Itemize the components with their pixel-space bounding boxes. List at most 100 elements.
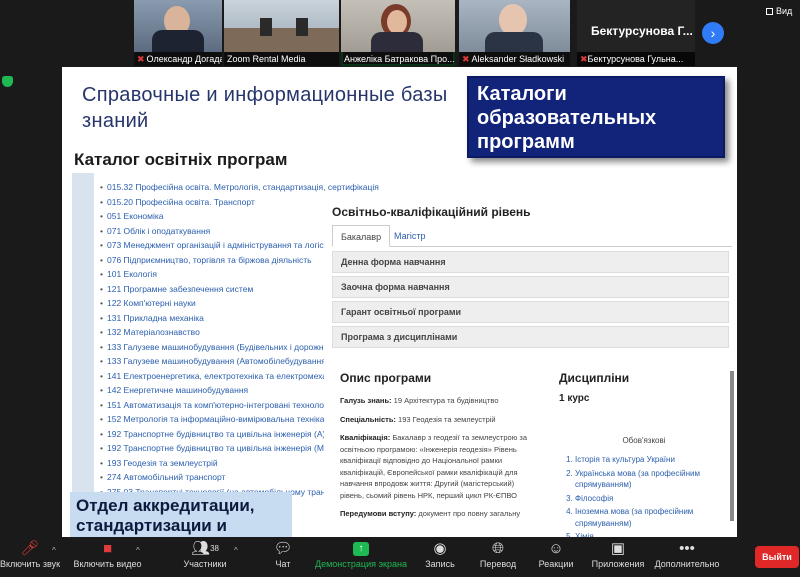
apps-button[interactable]: ▣ Приложения	[590, 537, 646, 577]
panel-scrollbar[interactable]	[730, 371, 734, 521]
grid-view-icon	[766, 8, 773, 16]
catalog-item-label: 131 Прикладна механіка	[106, 312, 204, 323]
bullet-icon: •	[100, 225, 103, 236]
bullet-icon: •	[100, 298, 103, 308]
zoom-window: ✖Олександр Догадайло Zoom Rental Media А…	[0, 0, 800, 577]
discipline-item[interactable]: Українська мова (за професійним спрямува…	[575, 468, 729, 491]
mandatory-label: Обов'язкові	[622, 436, 666, 445]
participant-video	[459, 0, 570, 52]
mic-off-icon: ✖	[137, 54, 145, 64]
bullet-icon: •	[100, 327, 103, 337]
translate-button[interactable]: 🌐︎ Перевод	[476, 537, 520, 577]
disciplines-heading: Дисципліни	[559, 371, 630, 385]
bullet-icon: •	[100, 443, 103, 453]
record-button[interactable]: ◉ Запись	[422, 537, 458, 577]
panel-title: Освітньо-кваліфікаційний рівень	[332, 205, 531, 219]
chevron-up-icon: ^	[234, 546, 238, 555]
more-dots-icon: •••	[679, 540, 695, 557]
catalog-item-label: 193 Геодезія та землеустрій	[106, 457, 218, 468]
specialty: Спеціальність: 193 Геодезія та землеустр…	[340, 414, 496, 424]
discipline-item[interactable]: Історія та культура України	[575, 454, 729, 466]
field-of-knowledge: Галузь знань: 19 Архітектура та будівниц…	[340, 396, 499, 405]
shared-screen: Справочные и информационные базы знаний …	[62, 67, 737, 537]
level-tabs: Бакалавр Магістр	[332, 225, 732, 247]
apps-icon: ▣	[610, 540, 626, 557]
catalog-item-label: 192 Транспортне будівництво та цивільна …	[106, 443, 327, 453]
catalog-item-label: 152 Метрологія та інформаційно-вимірювал…	[106, 414, 325, 424]
catalog-item-label: 015.20 Професійна освіта. Транспорт	[106, 196, 255, 207]
bullet-icon: •	[100, 399, 103, 410]
catalog-item-label: 071 Облік і оподаткування	[106, 225, 211, 236]
catalog-item-label: 141 Електроенергетика, електротехніка та…	[106, 370, 343, 381]
participant-video	[224, 0, 339, 52]
audio-options-caret[interactable]: ^	[52, 537, 60, 577]
section-program-disciplines[interactable]: Програма з дисциплінами	[332, 326, 729, 348]
bullet-icon: •	[100, 240, 103, 250]
leave-button[interactable]: Выйти	[755, 546, 799, 568]
view-button[interactable]: Вид	[766, 6, 792, 16]
bullet-icon: •	[100, 254, 103, 265]
participant-strip: ✖Олександр Догадайло Zoom Rental Media А…	[0, 0, 800, 66]
year-label: 1 курс	[559, 393, 590, 404]
participant-name: Zoom Rental Media	[224, 52, 339, 66]
discipline-item[interactable]: Іноземна мова (за професійним спрямуванн…	[575, 506, 729, 529]
accreditation-box: Отдел аккредитации, стандартизации и	[70, 492, 292, 537]
catalog-heading: Каталог освітніх програм	[74, 150, 288, 169]
share-screen-icon: ↑	[312, 537, 410, 559]
reactions-button[interactable]: ☺ Реакции	[536, 537, 576, 577]
slide-callout: Каталоги образовательных программ	[467, 76, 725, 158]
share-screen-button[interactable]: ↑ Демонстрация экрана	[312, 537, 410, 577]
participant-tile[interactable]: ✖ Aleksander Sładkowski	[459, 0, 570, 66]
catalog-item-label: 192 Транспортне будівництво та цивільна …	[106, 428, 326, 439]
catalog-item-label: 015.32 Професійна освіта. Метрологія, ст…	[106, 182, 379, 192]
participant-tile[interactable]: ✖Олександр Догадайло	[134, 0, 222, 66]
disciplines: Дисципліни 1 курс Обов'язкові Історія та…	[559, 371, 729, 537]
participant-tile-speaking[interactable]: Анжеліка Батракова Про...	[341, 0, 455, 66]
catalog-item-label: 051 Економіка	[106, 211, 164, 221]
start-video-button[interactable]: ■ Включить видео	[70, 537, 145, 577]
bullet-icon: •	[100, 370, 103, 381]
participant-tile[interactable]: Zoom Rental Media	[224, 0, 339, 66]
bullet-icon: •	[100, 385, 103, 395]
participant-tile-no-video[interactable]: Бектурсунова Г... ✖Бектурсунова Гульна..…	[577, 0, 695, 66]
catalog-item-label: 132 Матеріалознавство	[106, 327, 200, 337]
chat-button[interactable]: 💬︎ Чат	[268, 537, 298, 577]
description-heading: Опис програми	[340, 371, 432, 385]
unmute-button[interactable]: 🎤︎ Включить звук	[0, 537, 60, 577]
video-options-caret[interactable]: ^	[136, 537, 144, 577]
bullet-icon: •	[100, 211, 103, 221]
mic-off-icon: 🎤︎	[20, 540, 40, 557]
participants-button[interactable]: 👥︎38 Участники	[180, 537, 230, 577]
tab-master[interactable]: Магістр	[386, 225, 434, 247]
next-page-button[interactable]: ›	[702, 22, 724, 44]
bullet-icon: •	[100, 356, 103, 366]
participants-options-caret[interactable]: ^	[234, 537, 242, 577]
participant-name: ✖Бектурсунова Гульна...	[577, 52, 695, 66]
section-guarantor[interactable]: Гарант освітньої програми	[332, 301, 729, 323]
program-description: Опис програми Галузь знань: 19 Архітекту…	[340, 371, 530, 527]
participant-name: ✖Олександр Догадайло	[134, 52, 222, 66]
catalog-shade	[72, 173, 94, 503]
discipline-item[interactable]: Філософія	[575, 493, 729, 505]
mic-off-icon: ✖	[462, 54, 470, 64]
camera-off-icon: ■	[102, 540, 113, 557]
chat-icon: 💬︎	[273, 540, 293, 557]
discipline-list: Історія та культура України Українська мо…	[559, 454, 729, 537]
bullet-icon: •	[100, 457, 103, 468]
more-button[interactable]: ••• Дополнительно	[652, 537, 722, 577]
section-part-time[interactable]: Заочна форма навчання	[332, 276, 729, 298]
globe-icon: 🌐︎	[491, 540, 504, 557]
section-full-time[interactable]: Денна форма навчання	[332, 251, 729, 273]
catalog-item[interactable]: • 015.32 Професійна освіта. Метрологія, с…	[100, 180, 400, 195]
smiley-icon: ☺	[548, 540, 564, 557]
tab-bachelor[interactable]: Бакалавр	[332, 225, 391, 247]
record-icon: ◉	[433, 540, 447, 557]
participant-name: Анжеліка Батракова Про...	[341, 52, 455, 66]
participants-icon: 👥︎38	[191, 540, 219, 557]
bullet-icon: •	[100, 196, 103, 207]
bullet-icon: •	[100, 472, 103, 482]
catalog-item-label: 121 Програмне забезпечення систем	[106, 283, 254, 294]
participant-video	[341, 0, 455, 52]
catalog-item-label: 142 Енергетичне машинобудування	[106, 385, 249, 395]
participant-big-name: Бектурсунова Г...	[591, 24, 693, 38]
